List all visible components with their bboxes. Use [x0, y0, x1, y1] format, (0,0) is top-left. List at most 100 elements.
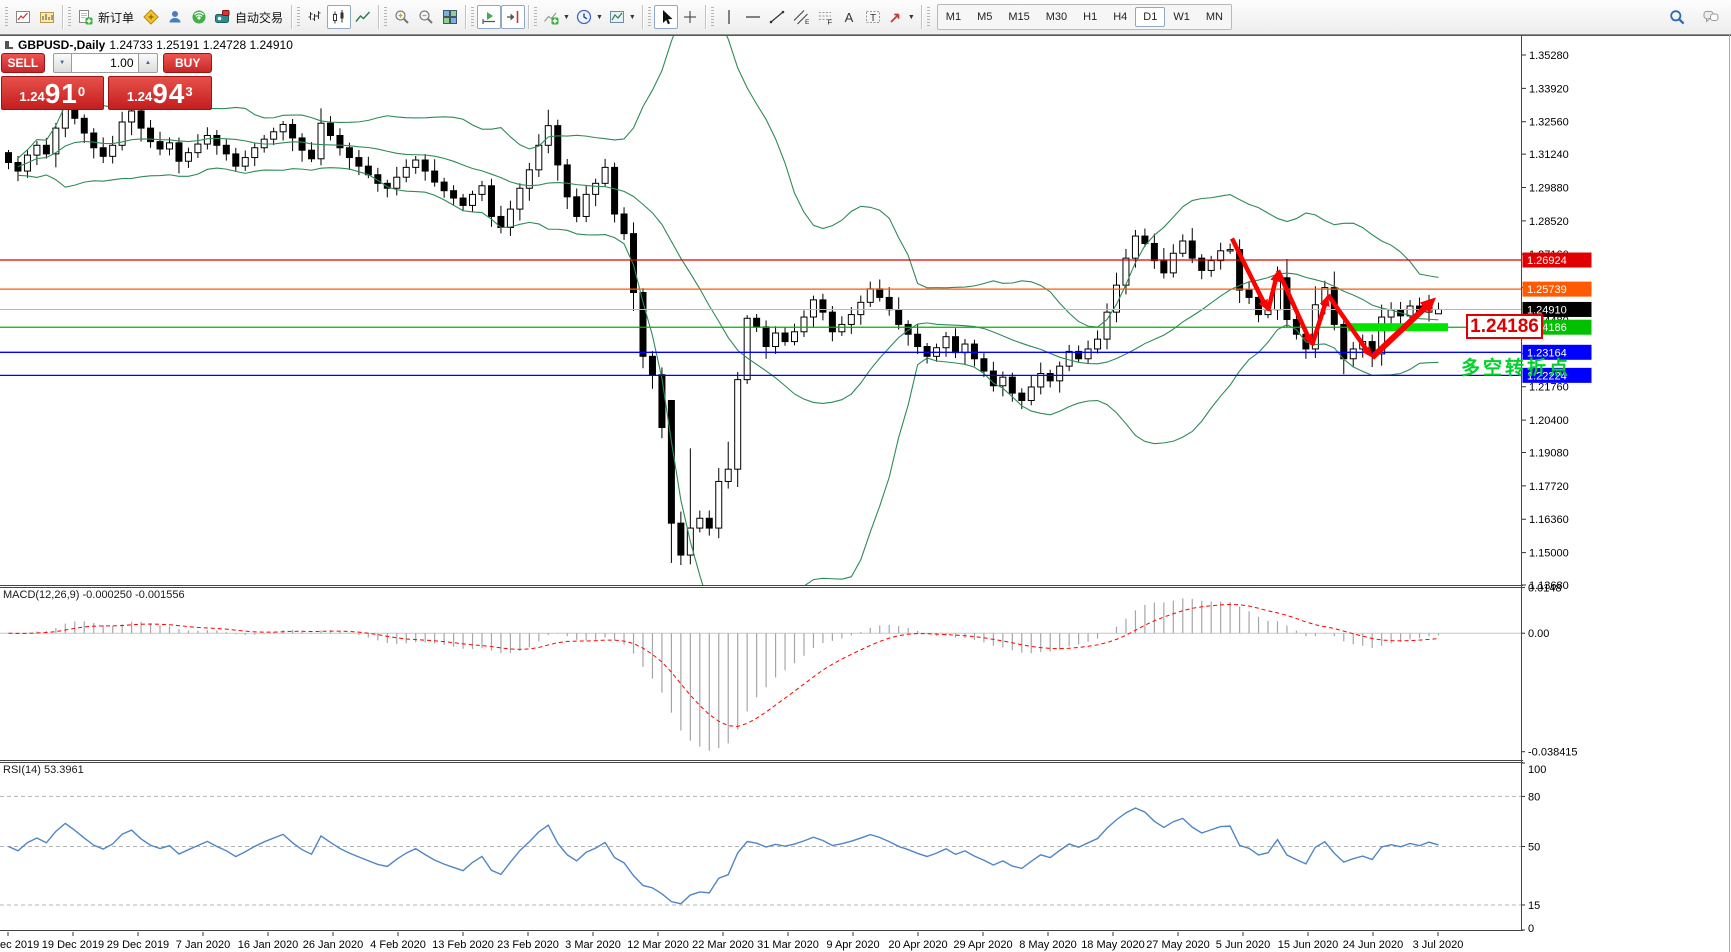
toolbar-separator: [465, 5, 468, 29]
svg-text:1.29880: 1.29880: [1529, 182, 1569, 194]
text-button[interactable]: A: [837, 5, 861, 29]
trendline-button[interactable]: [765, 5, 789, 29]
chart-candles-button[interactable]: [327, 5, 352, 29]
autotrading-icon: [215, 10, 230, 23]
chat-button[interactable]: [1699, 5, 1723, 29]
templates-button[interactable]: ▼: [606, 5, 639, 29]
toolbar-separator: [62, 5, 64, 29]
svg-text:0.0148: 0.0148: [1528, 583, 1562, 595]
chat-icon: [1703, 11, 1719, 23]
svg-text:8 May 2020: 8 May 2020: [1019, 939, 1076, 951]
sell-price-sup: 0: [77, 84, 86, 99]
svg-text:19 Dec 2019: 19 Dec 2019: [42, 939, 104, 951]
templates-icon: [609, 11, 624, 23]
chart-bars-button[interactable]: [303, 5, 327, 29]
new-order-label: 新订单: [98, 10, 135, 25]
toolbar-separator: [641, 5, 644, 29]
timeframe-h1-button[interactable]: H1: [1075, 7, 1105, 27]
svg-text:10 Dec 2019: 10 Dec 2019: [0, 939, 39, 951]
trendline-icon: [769, 10, 785, 24]
buy-button[interactable]: BUY: [163, 53, 212, 73]
price-callout-annotation[interactable]: 1.24186: [1466, 314, 1543, 339]
indicators-icon: [544, 12, 559, 25]
svg-text:1.21760: 1.21760: [1529, 382, 1569, 394]
toolbar-grip: [647, 7, 651, 27]
new-chart-button[interactable]: [11, 5, 35, 29]
chart-line-button[interactable]: [351, 5, 375, 29]
new-order-button[interactable]: 新订单: [74, 5, 139, 29]
crosshair-button[interactable]: [678, 5, 702, 29]
auto-scroll-icon: [482, 12, 496, 24]
chart-candles-icon: [333, 10, 344, 24]
svg-text:7 Jan 2020: 7 Jan 2020: [176, 939, 230, 951]
community-icon: [169, 11, 181, 23]
autotrading-button[interactable]: 自动交易: [211, 5, 288, 29]
buy-price-box[interactable]: 1.24 94 3: [107, 76, 212, 110]
timeframe-m1-button[interactable]: M1: [938, 7, 969, 27]
svg-text:18 May 2020: 18 May 2020: [1081, 939, 1145, 951]
toolbar-grip: [471, 7, 475, 27]
toolbar-separator: [704, 5, 707, 29]
svg-text:5 Jun 2020: 5 Jun 2020: [1216, 939, 1270, 951]
toolbar-grip: [297, 7, 301, 27]
chart-shift-icon: [507, 11, 519, 23]
toolbar-grip: [534, 7, 538, 27]
horizontal-line-button[interactable]: [741, 5, 765, 29]
equidistant-channel-button[interactable]: E: [789, 5, 813, 29]
svg-text:23 Feb 2020: 23 Feb 2020: [497, 939, 559, 951]
community-button[interactable]: [163, 5, 187, 29]
buy-price-sup: 3: [185, 84, 193, 99]
toolbar-grip: [5, 7, 8, 27]
timeframe-m30-button[interactable]: M30: [1038, 7, 1075, 27]
svg-text:1.31240: 1.31240: [1529, 149, 1569, 161]
indicators-button[interactable]: ▼: [540, 5, 573, 29]
mt4-window: 1.35280 1.33920 1.32560 1.31240 1.29880 1.285…: [0, 0, 1731, 952]
pivot-note-annotation[interactable]: 多空转折点: [1461, 353, 1571, 380]
chart-shift-button[interactable]: [501, 5, 526, 29]
timeframe-mn-button[interactable]: MN: [1198, 7, 1231, 27]
profiles-button[interactable]: [35, 5, 59, 29]
svg-text:26 Jan 2020: 26 Jan 2020: [303, 939, 364, 951]
vertical-line-button[interactable]: [717, 5, 741, 29]
toolbar: 新订单 自动交易 ▼ ▼ ▼ E F A T ▼ M1 M5 M15 M30 H1 H4 D1 W1 MN: [0, 0, 1731, 35]
svg-text:1.32560: 1.32560: [1529, 117, 1569, 129]
buy-price-big: 94: [152, 78, 186, 109]
timeframe-d1-button[interactable]: D1: [1135, 7, 1166, 27]
periods-button[interactable]: ▼: [573, 5, 606, 29]
volume-input[interactable]: [71, 53, 138, 73]
channel-icon: E: [793, 10, 809, 25]
zoom-out-icon: [419, 10, 433, 24]
zoom-in-button[interactable]: [390, 5, 414, 29]
cursor-button[interactable]: [653, 5, 678, 29]
text-label-button[interactable]: T: [861, 5, 885, 29]
news-button[interactable]: [187, 5, 211, 29]
chart-line-icon: [355, 11, 371, 22]
timeframe-m15-button[interactable]: M15: [1000, 7, 1037, 27]
svg-text:1.28520: 1.28520: [1529, 216, 1569, 228]
svg-text:-0.038415: -0.038415: [1528, 747, 1578, 759]
svg-text:9 Apr 2020: 9 Apr 2020: [826, 939, 879, 951]
svg-text:13 Feb 2020: 13 Feb 2020: [432, 939, 494, 951]
sell-button[interactable]: SELL: [1, 53, 45, 73]
volume-decrease-button[interactable]: ▼: [52, 53, 72, 73]
chart-canvas[interactable]: 1.35280 1.33920 1.32560 1.31240 1.29880 1.285…: [0, 0, 1731, 952]
svg-text:0.00: 0.00: [1528, 628, 1549, 640]
svg-text:12 Mar 2020: 12 Mar 2020: [627, 939, 689, 951]
svg-text:15: 15: [1528, 900, 1540, 912]
arrows-button[interactable]: ▼: [885, 5, 918, 29]
tile-windows-button[interactable]: [438, 5, 462, 29]
toolbar-separator: [920, 5, 923, 29]
fibonacci-button[interactable]: F: [813, 5, 837, 29]
search-button[interactable]: [1665, 5, 1689, 29]
sell-price-box[interactable]: 1.24 91 0: [1, 76, 104, 110]
auto-scroll-button[interactable]: [477, 5, 502, 29]
arrows-icon: [890, 13, 900, 23]
zoom-out-button[interactable]: [414, 5, 438, 29]
metaeditor-button[interactable]: [139, 5, 163, 29]
timeframe-h4-button[interactable]: H4: [1105, 7, 1135, 27]
timeframe-w1-button[interactable]: W1: [1165, 7, 1198, 27]
rsi-name: RSI(14): [3, 764, 41, 776]
svg-text:1.35280: 1.35280: [1529, 50, 1569, 62]
volume-increase-button[interactable]: ▲: [137, 53, 159, 73]
timeframe-m5-button[interactable]: M5: [969, 7, 1000, 27]
